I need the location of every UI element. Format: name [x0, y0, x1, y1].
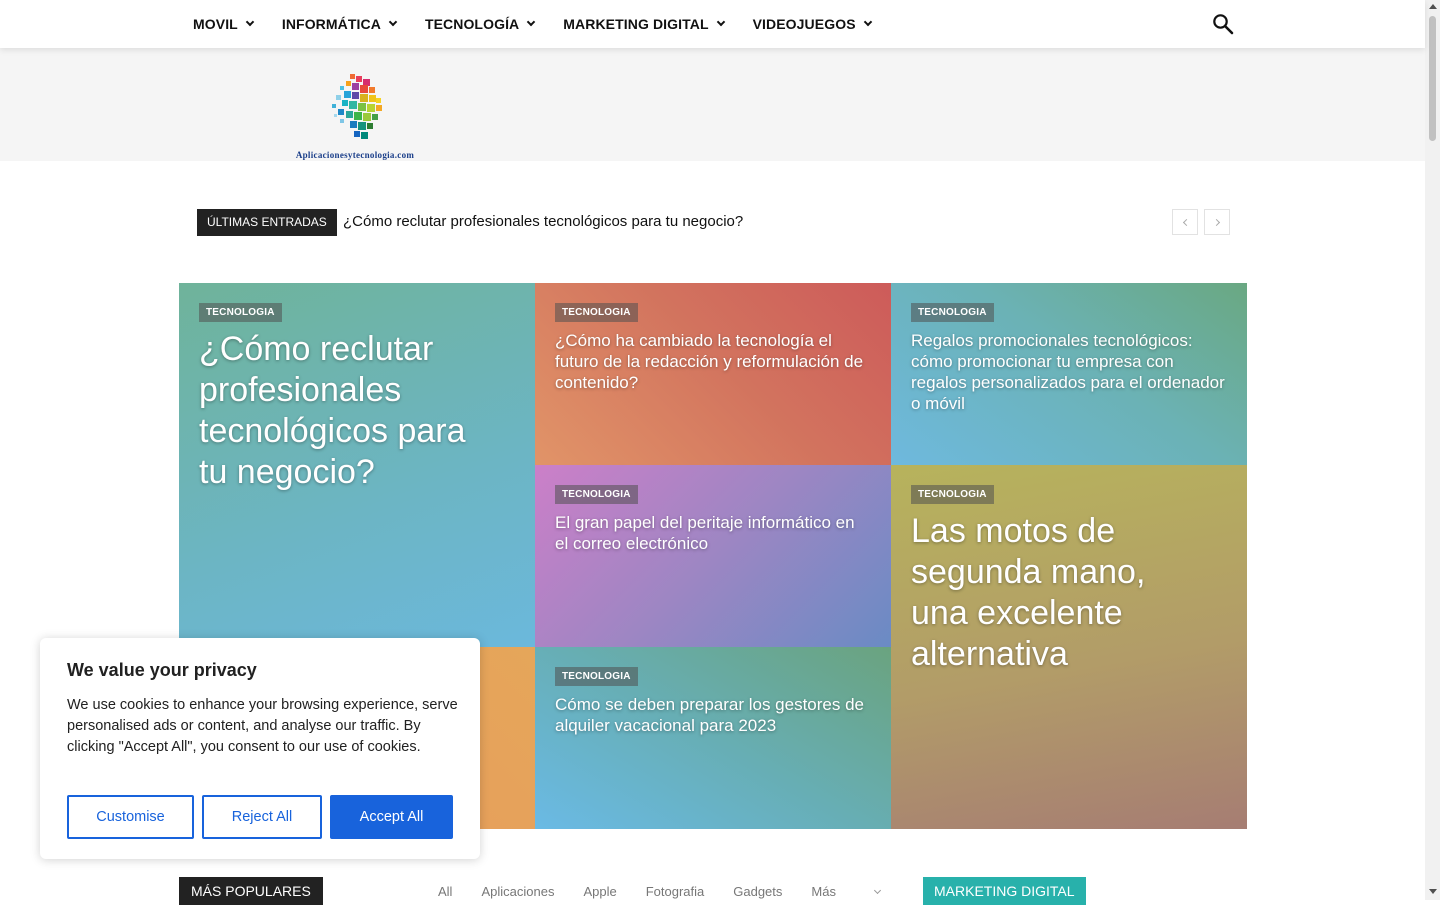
nav-item-informatica[interactable]: INFORMÁTICA — [281, 16, 398, 32]
post-title[interactable]: ¿Cómo reclutar profesionales tecnológico… — [199, 329, 485, 493]
tab-more[interactable]: Más — [811, 884, 909, 899]
post-title[interactable]: ¿Cómo ha cambiado la tecnología el futur… — [555, 330, 871, 393]
featured-post-4[interactable]: TECNOLOGIA El gran papel del peritaje in… — [535, 465, 891, 647]
tab-all[interactable]: All — [438, 884, 452, 899]
reject-all-button[interactable]: Reject All — [202, 795, 322, 839]
category-badge[interactable]: TECNOLOGIA — [555, 485, 638, 504]
featured-post-1[interactable]: TECNOLOGIA ¿Cómo reclutar profesionales … — [179, 283, 535, 647]
tab-apple[interactable]: Apple — [583, 884, 616, 899]
nav-label: MARKETING DIGITAL — [563, 16, 709, 32]
page-scrollbar[interactable] — [1425, 0, 1440, 900]
chevron-down-icon — [716, 17, 725, 27]
tab-aplicaciones[interactable]: Aplicaciones — [481, 884, 554, 899]
nav-item-marketing-digital[interactable]: MARKETING DIGITAL — [563, 16, 725, 32]
chevron-left-icon — [1182, 218, 1191, 227]
logo-text: Aplicacionesytecnologia.com — [295, 150, 415, 160]
nav-item-videojuegos[interactable]: VIDEOJUEGOS — [752, 16, 872, 32]
tab-fotografia[interactable]: Fotografia — [646, 884, 705, 899]
post-title[interactable]: El gran papel del peritaje informático e… — [555, 512, 871, 554]
scroll-down-arrow-icon[interactable] — [1429, 889, 1437, 894]
ticker-prev-button[interactable] — [1172, 209, 1198, 235]
chevron-down-icon — [388, 17, 398, 27]
nav-label: TECNOLOGÍA — [424, 16, 520, 32]
category-badge[interactable]: TECNOLOGIA — [911, 485, 994, 504]
chevron-down-icon — [873, 886, 882, 895]
nav-item-movil[interactable]: MOVIL — [193, 16, 255, 32]
ticker-label: ÚLTIMAS ENTRADAS — [197, 209, 337, 236]
featured-post-6[interactable]: TECNOLOGIA Cómo se deben preparar los ge… — [535, 647, 891, 829]
customise-button[interactable]: Customise — [67, 795, 194, 839]
section-heading-marketing[interactable]: MARKETING DIGITAL — [923, 877, 1086, 905]
ticker-headline[interactable]: ¿Cómo reclutar profesionales tecnológico… — [343, 213, 743, 230]
post-title[interactable]: Cómo se deben preparar los gestores de a… — [555, 694, 871, 736]
cookie-consent-dialog: We value your privacy We use cookies to … — [40, 638, 480, 859]
logo-head-icon — [332, 74, 382, 139]
scroll-thumb[interactable] — [1429, 16, 1436, 141]
ticker-next-button[interactable] — [1204, 209, 1230, 235]
top-navigation: MOVIL INFORMÁTICA TECNOLOGÍA MARKETING D… — [0, 0, 1425, 48]
popular-filter-tabs: All Aplicaciones Apple Fotografia Gadget… — [438, 884, 938, 899]
cookie-title: We value your privacy — [67, 660, 257, 680]
nav-label: INFORMÁTICA — [281, 16, 381, 32]
chevron-down-icon — [527, 17, 536, 27]
featured-post-5[interactable]: TECNOLOGIA Las motos de segunda mano, un… — [891, 465, 1247, 829]
post-title[interactable]: Las motos de segunda mano, una excelente… — [911, 511, 1167, 675]
chevron-down-icon — [863, 17, 872, 27]
cookie-body: We use cookies to enhance your browsing … — [67, 697, 458, 755]
main-menu: MOVIL INFORMÁTICA TECNOLOGÍA MARKETING D… — [193, 0, 900, 48]
header-band — [0, 48, 1425, 161]
chevron-down-icon — [245, 17, 255, 27]
chevron-right-icon — [1212, 218, 1221, 227]
nav-label: VIDEOJUEGOS — [752, 16, 856, 32]
featured-post-2[interactable]: TECNOLOGIA ¿Cómo ha cambiado la tecnolog… — [535, 283, 891, 465]
nav-item-tecnologia[interactable]: TECNOLOGÍA — [424, 16, 536, 32]
accept-all-button[interactable]: Accept All — [330, 795, 453, 839]
category-badge[interactable]: TECNOLOGIA — [555, 303, 638, 322]
category-badge[interactable]: TECNOLOGIA — [911, 303, 994, 322]
scroll-up-arrow-icon[interactable] — [1429, 4, 1437, 9]
post-title[interactable]: Regalos promocionales tecnológicos: cómo… — [911, 330, 1227, 414]
tab-gadgets[interactable]: Gadgets — [733, 884, 782, 899]
site-logo[interactable]: Aplicacionesytecnologia.com — [266, 70, 444, 162]
featured-post-3[interactable]: TECNOLOGIA Regalos promocionales tecnoló… — [891, 283, 1247, 465]
search-icon[interactable] — [1212, 13, 1234, 35]
nav-label: MOVIL — [193, 16, 238, 32]
section-heading-popular: MÁS POPULARES — [179, 877, 323, 905]
category-badge[interactable]: TECNOLOGIA — [199, 303, 282, 322]
category-badge[interactable]: TECNOLOGIA — [555, 667, 638, 686]
tab-more-label: Más — [811, 884, 836, 899]
